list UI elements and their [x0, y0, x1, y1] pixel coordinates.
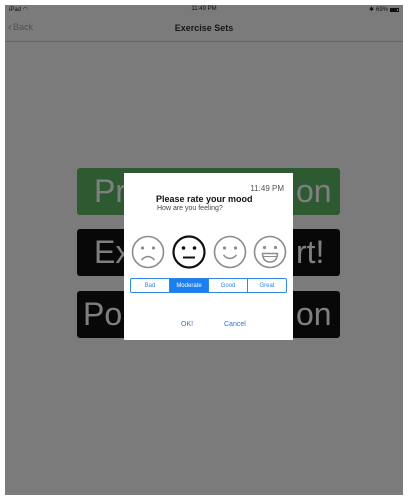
dialog-actions: OK! Cancel — [124, 321, 293, 333]
mood-rating-dialog: 11:49 PM Please rate your mood How are y… — [124, 173, 293, 340]
ok-button[interactable]: OK! — [181, 321, 193, 328]
mood-segmented-control: Bad Moderate Good Great — [130, 278, 287, 293]
segment-great[interactable]: Great — [248, 279, 286, 292]
dialog-title: Please rate your mood — [156, 194, 253, 204]
segment-good[interactable]: Good — [209, 279, 248, 292]
dialog-subtitle: How are you feeling? — [157, 205, 223, 212]
app-screen: iPad ◠ 11:49 PM ✱ 69% ‹ Back Exercise Se… — [5, 5, 403, 495]
smile-face-icon[interactable] — [213, 235, 247, 269]
sad-face-icon[interactable] — [131, 235, 165, 269]
mood-faces — [131, 235, 287, 269]
cancel-button[interactable]: Cancel — [224, 321, 246, 328]
segment-moderate[interactable]: Moderate — [170, 279, 209, 292]
grin-face-icon[interactable] — [253, 235, 287, 269]
dialog-time: 11:49 PM — [250, 184, 284, 193]
neutral-face-icon[interactable] — [172, 235, 206, 269]
segment-bad[interactable]: Bad — [131, 279, 170, 292]
